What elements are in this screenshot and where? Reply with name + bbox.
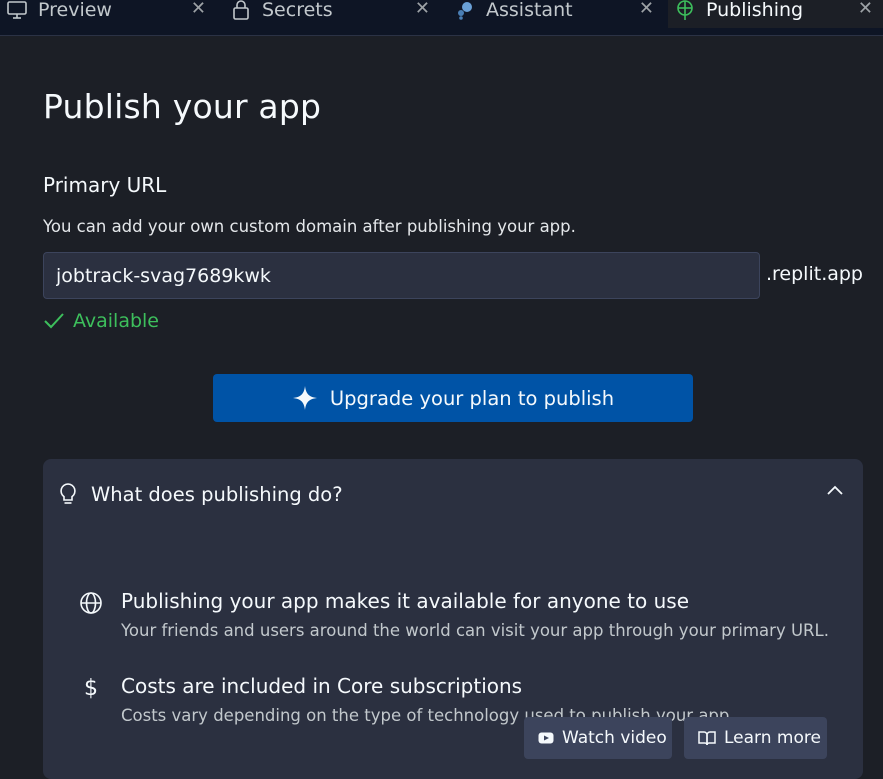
publish-page: Publish your app Primary URL You can add… xyxy=(0,37,883,779)
availability-text: Available xyxy=(73,310,160,332)
dollar-icon: $ xyxy=(84,675,98,701)
tab-assistant[interactable]: Assistant ✕ xyxy=(448,0,666,28)
learn-more-button[interactable]: Learn more xyxy=(684,717,827,759)
book-icon xyxy=(698,730,716,746)
lightbulb-icon xyxy=(59,482,77,506)
lock-icon xyxy=(230,0,252,21)
panel-title: What does publishing do? xyxy=(91,482,343,506)
upgrade-button-label: Upgrade your plan to publish xyxy=(329,386,615,410)
monitor-icon xyxy=(6,0,28,21)
chevron-up-icon[interactable] xyxy=(827,485,843,495)
globe-icon xyxy=(79,591,103,615)
check-icon xyxy=(43,312,65,330)
sparkle-icon xyxy=(292,385,318,411)
info-item-title: Publishing your app makes it available f… xyxy=(121,589,690,613)
info-item-description: Your friends and users around the world … xyxy=(121,621,829,640)
tab-publishing[interactable]: Publishing ✕ xyxy=(668,0,883,28)
url-suffix: .replit.app xyxy=(766,263,863,285)
primary-url-input[interactable] xyxy=(43,252,760,299)
info-item-title: Costs are included in Core subscriptions xyxy=(121,674,523,698)
tab-label: Secrets xyxy=(262,0,333,21)
page-title: Publish your app xyxy=(43,87,322,126)
watch-video-label: Watch video xyxy=(562,728,667,748)
upgrade-plan-button[interactable]: Upgrade your plan to publish xyxy=(213,374,693,422)
close-icon[interactable]: ✕ xyxy=(191,0,206,19)
close-icon[interactable]: ✕ xyxy=(639,0,654,19)
close-icon[interactable]: ✕ xyxy=(858,0,873,19)
panel-header[interactable]: What does publishing do? xyxy=(43,459,863,529)
tab-label: Publishing xyxy=(706,0,804,21)
publishing-icon xyxy=(674,0,696,21)
assistant-icon xyxy=(454,0,476,21)
primary-url-label: Primary URL xyxy=(43,173,167,197)
video-icon xyxy=(538,732,554,744)
publishing-info-panel: What does publishing do? Publishing your… xyxy=(43,459,863,779)
custom-domain-help: You can add your own custom domain after… xyxy=(43,217,576,236)
tab-label: Preview xyxy=(38,0,112,21)
tab-bar: Preview ✕ Secrets ✕ Assistant ✕ Publishi… xyxy=(0,0,883,36)
close-icon[interactable]: ✕ xyxy=(415,0,430,19)
availability-status: Available xyxy=(43,310,159,332)
tab-secrets[interactable]: Secrets ✕ xyxy=(224,0,442,28)
tab-preview[interactable]: Preview ✕ xyxy=(0,0,218,28)
learn-more-label: Learn more xyxy=(724,728,821,748)
watch-video-button[interactable]: Watch video xyxy=(524,717,672,759)
tab-label: Assistant xyxy=(486,0,573,21)
